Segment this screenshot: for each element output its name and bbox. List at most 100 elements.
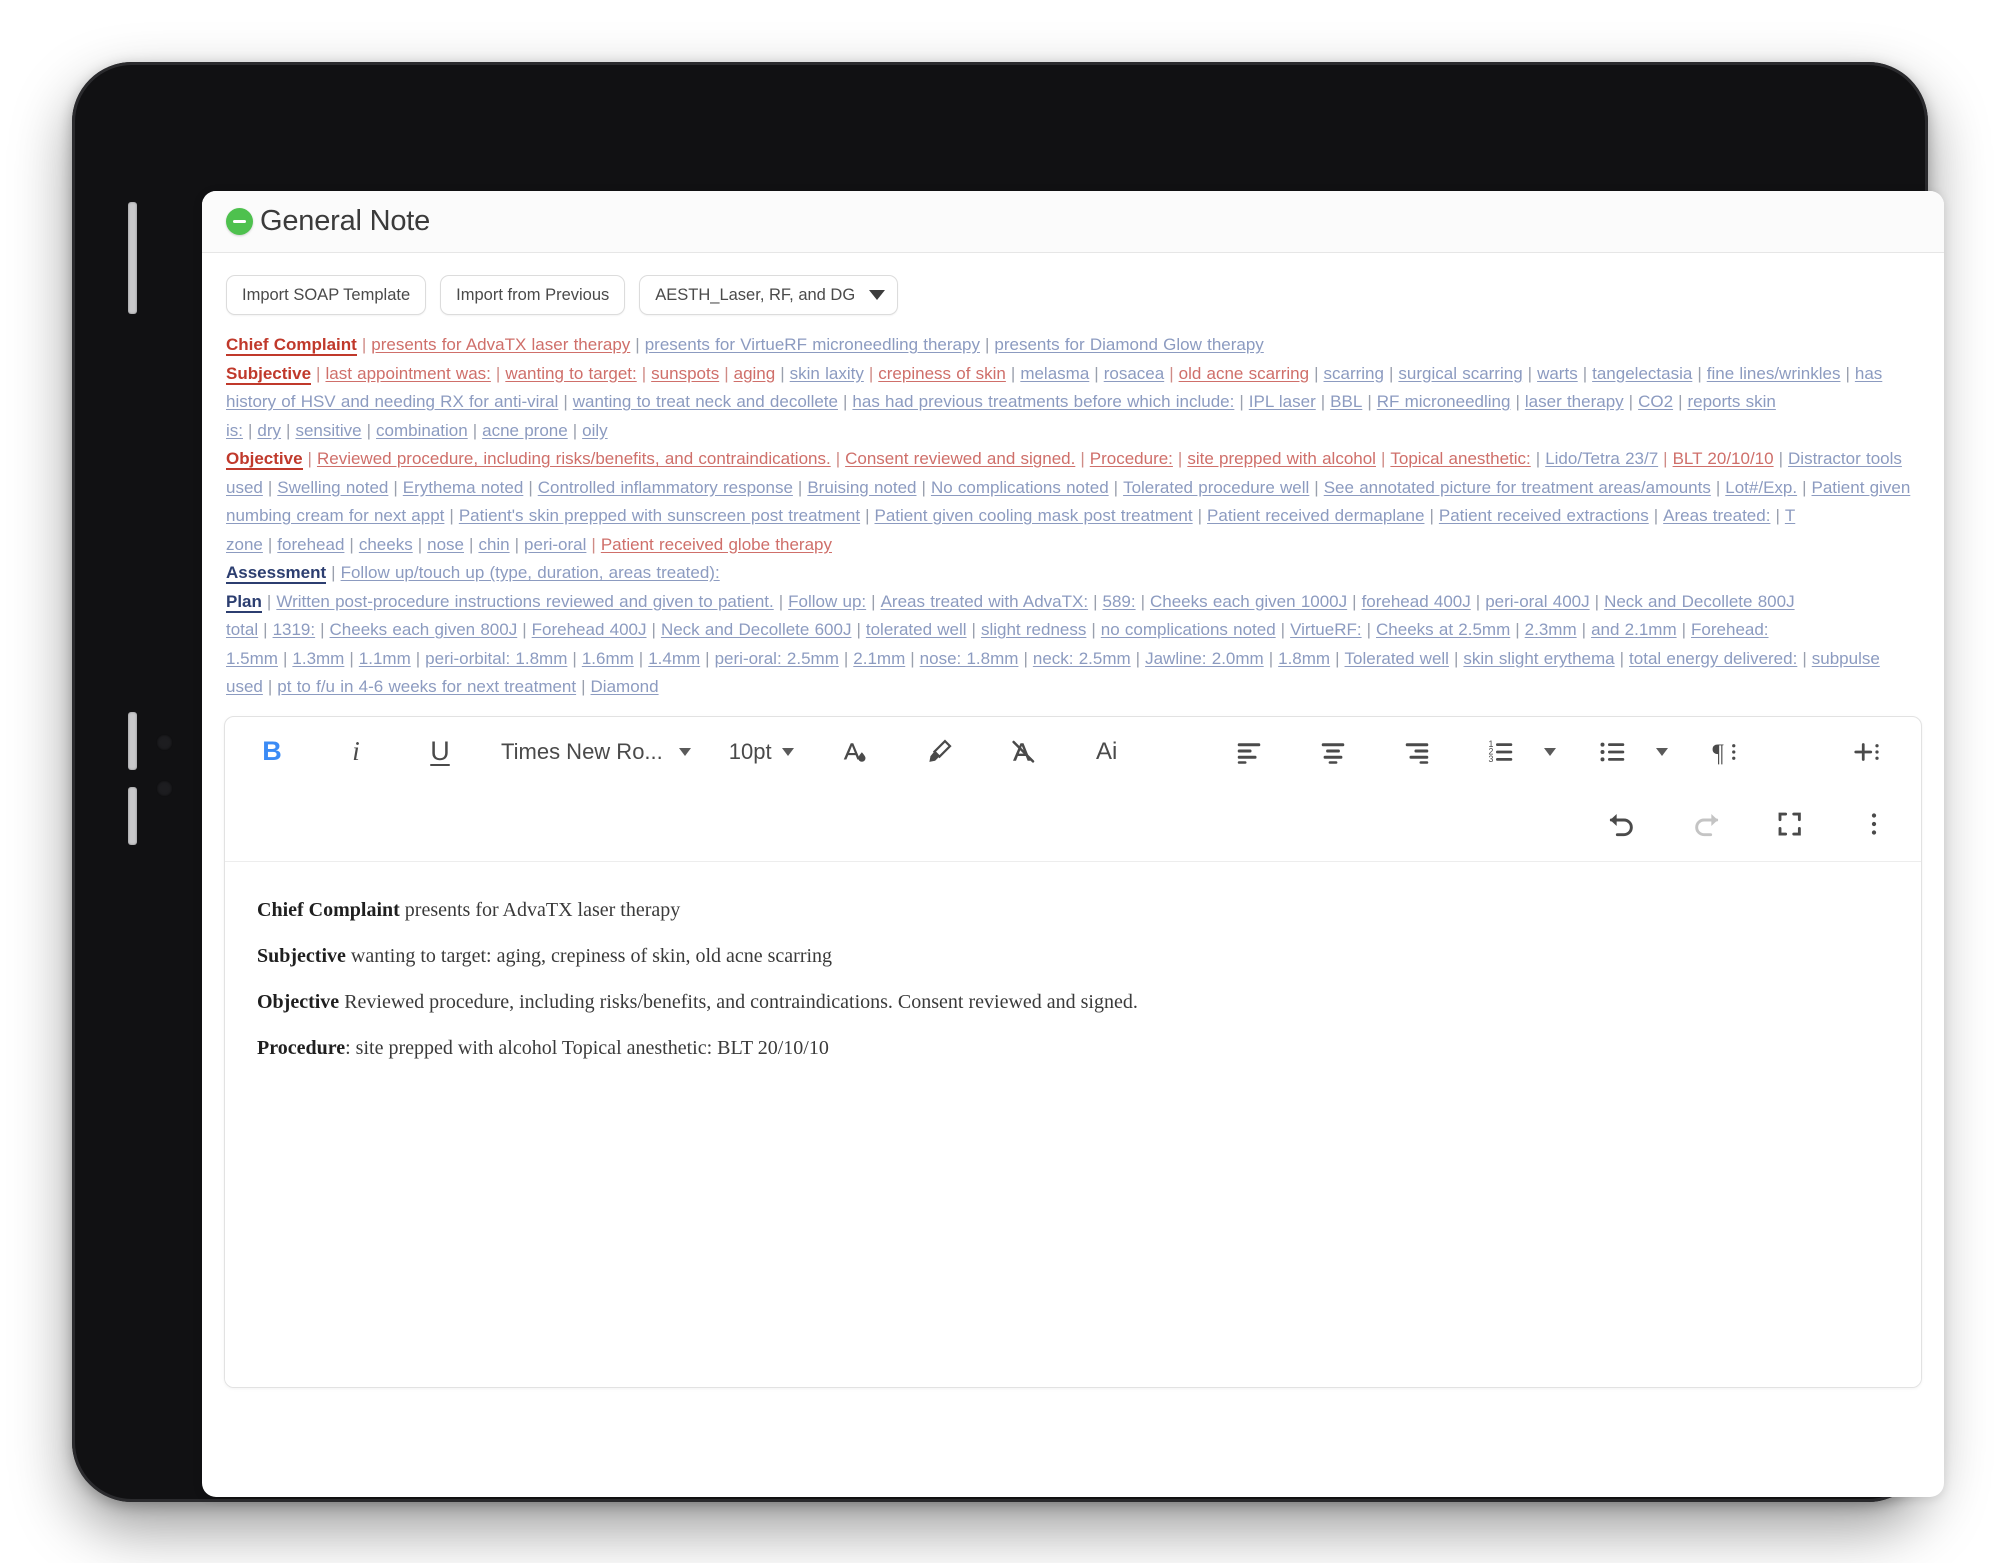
template-phrase-link[interactable]: Bruising noted [807,478,916,497]
template-phrase-link[interactable]: RF microneedling [1377,392,1511,411]
template-phrase-link[interactable]: Patient received globe therapy [601,535,832,554]
template-phrase-link[interactable]: surgical scarring [1398,364,1522,383]
template-phrase-link[interactable]: Patient received dermaplane [1207,506,1424,525]
template-phrase-link[interactable]: 2.1mm [853,649,905,668]
template-phrase-link[interactable]: and 2.1mm [1591,620,1677,639]
template-phrase-link[interactable]: crepiness of skin [878,364,1006,383]
template-phrase-link[interactable]: warts [1537,364,1578,383]
chevron-down-icon[interactable] [781,747,794,756]
clear-formatting-button[interactable] [996,725,1050,779]
template-phrase-link[interactable]: Topical anesthetic: [1390,449,1530,468]
template-phrase-link[interactable]: combination [376,421,468,440]
template-phrase-link[interactable]: CO2 [1638,392,1673,411]
template-phrase-link[interactable]: Lido/Tetra 23/7 [1545,449,1658,468]
template-phrase-link[interactable]: 1.4mm [648,649,700,668]
template-phrase-link[interactable]: Follow up: [788,592,866,611]
template-phrase-link[interactable]: 1319: [273,620,316,639]
ordered-list-options-caret-icon[interactable] [1543,747,1556,756]
bold-button[interactable]: B [245,725,299,779]
template-phrase-link[interactable]: 2.3mm [1525,620,1577,639]
template-phrase-link[interactable]: Patient given cooling mask post treatmen… [875,506,1193,525]
template-select[interactable]: AESTH_Laser, RF, and DG [639,275,899,315]
template-phrase-link[interactable]: Erythema noted [403,478,524,497]
italic-button[interactable]: i [329,725,383,779]
template-phrase-link[interactable]: Procedure: [1090,449,1173,468]
template-phrase-link[interactable]: skin laxity [790,364,864,383]
template-phrase-link[interactable]: melasma [1020,364,1089,383]
bullet-list-button[interactable] [1586,725,1640,779]
template-phrase-link[interactable]: pt to f/u in 4-6 weeks for next treatmen… [277,677,576,696]
template-phrase-link[interactable]: 1.6mm [582,649,634,668]
template-phrase-link[interactable]: Diamond [591,677,659,696]
template-phrase-link[interactable]: forehead [277,535,344,554]
template-phrase-link[interactable]: wanting to treat neck and decollete [573,392,838,411]
paragraph-format-button[interactable]: ¶ [1698,725,1752,779]
template-phrase-link[interactable]: nose [427,535,464,554]
template-phrase-link[interactable]: scarring [1324,364,1384,383]
template-phrase-link[interactable]: Jawline: 2.0mm [1145,649,1264,668]
template-phrase-link[interactable]: tangelectasia [1592,364,1692,383]
template-phrase-link[interactable]: Cheeks each given 800J [330,620,518,639]
template-phrase-link[interactable]: Tolerated well [1345,649,1449,668]
template-phrase-link[interactable]: laser therapy [1525,392,1624,411]
template-phrase-link[interactable]: Consent reviewed and signed. [845,449,1075,468]
template-phrase-link[interactable]: Swelling noted [277,478,388,497]
template-phrase-link[interactable]: Written post-procedure instructions revi… [276,592,773,611]
template-phrase-link[interactable]: acne prone [482,421,568,440]
template-phrase-link[interactable]: dry [257,421,281,440]
power-button[interactable] [128,202,137,314]
chevron-down-icon[interactable] [678,747,691,756]
template-phrase-link[interactable]: cheeks [359,535,413,554]
template-phrase-link[interactable]: Tolerated procedure well [1123,478,1309,497]
template-phrase-link[interactable]: 1.1mm [359,649,411,668]
volume-up-button[interactable] [128,712,137,770]
template-phrase-link[interactable]: VirtueRF: [1290,620,1362,639]
undo-button[interactable] [1595,797,1649,851]
template-phrase-link[interactable]: Follow up/touch up (type, duration, area… [341,563,720,582]
template-phrase-link[interactable]: sunspots [651,364,719,383]
template-phrase-link[interactable]: no complications noted [1101,620,1276,639]
template-phrase-link[interactable]: Areas treated: [1663,506,1770,525]
template-phrase-link[interactable]: 1.3mm [292,649,344,668]
template-phrase-link[interactable]: skin slight erythema [1463,649,1614,668]
font-family-select[interactable]: Times New Ro... [497,739,695,765]
underline-button[interactable]: U [413,725,467,779]
text-color-button[interactable] [828,725,882,779]
import-from-previous-button[interactable]: Import from Previous [440,275,626,315]
template-phrase-link[interactable]: Reviewed procedure, including risks/bene… [317,449,831,468]
template-phrase-link[interactable]: old acne scarring [1179,364,1309,383]
template-phrase-link[interactable]: BLT 20/10/10 [1673,449,1774,468]
bullet-list-options-caret-icon[interactable] [1655,747,1668,756]
ordered-list-button[interactable]: 123 [1474,725,1528,779]
template-phrase-link[interactable]: oily [582,421,608,440]
template-phrase-link[interactable]: Forehead 400J [532,620,647,639]
highlight-color-button[interactable] [912,725,966,779]
template-phrase-link[interactable]: forehead 400J [1362,592,1471,611]
template-phrase-link[interactable]: fine lines/wrinkles [1707,364,1841,383]
template-phrase-link[interactable]: Controlled inflammatory response [538,478,793,497]
align-center-button[interactable] [1306,725,1360,779]
template-phrase-link[interactable]: Patient received extractions [1439,506,1649,525]
template-phrase-link[interactable]: wanting to target: [505,364,636,383]
template-phrase-link[interactable]: Cheeks at 2.5mm [1376,620,1510,639]
template-phrase-link[interactable]: neck: 2.5mm [1033,649,1131,668]
template-phrase-link[interactable]: 1.8mm [1278,649,1330,668]
template-phrase-link[interactable]: peri-oral 400J [1485,592,1589,611]
ai-assist-button[interactable]: Ai [1080,725,1134,779]
template-phrase-link[interactable]: Lot#/Exp. [1725,478,1797,497]
template-phrase-link[interactable]: aging [734,364,776,383]
template-phrase-link[interactable]: BBL [1330,392,1362,411]
template-phrase-link[interactable]: site prepped with alcohol [1187,449,1376,468]
template-phrase-link[interactable]: chin [478,535,509,554]
editor-more-menu-button[interactable] [1847,797,1901,851]
template-phrase-link[interactable]: tolerated well [866,620,967,639]
template-phrase-link[interactable]: total energy delivered: [1629,649,1797,668]
insert-button[interactable] [1840,725,1894,779]
volume-down-button[interactable] [128,787,137,845]
template-phrase-link[interactable]: has had previous treatments before which… [852,392,1234,411]
template-phrase-link[interactable]: peri-oral: 2.5mm [715,649,839,668]
template-phrase-link[interactable]: sensitive [295,421,361,440]
template-phrase-link[interactable]: Cheeks each given 1000J [1150,592,1347,611]
template-phrase-link[interactable]: peri-orbital: 1.8mm [425,649,567,668]
template-phrase-link[interactable]: last appointment was: [325,364,490,383]
